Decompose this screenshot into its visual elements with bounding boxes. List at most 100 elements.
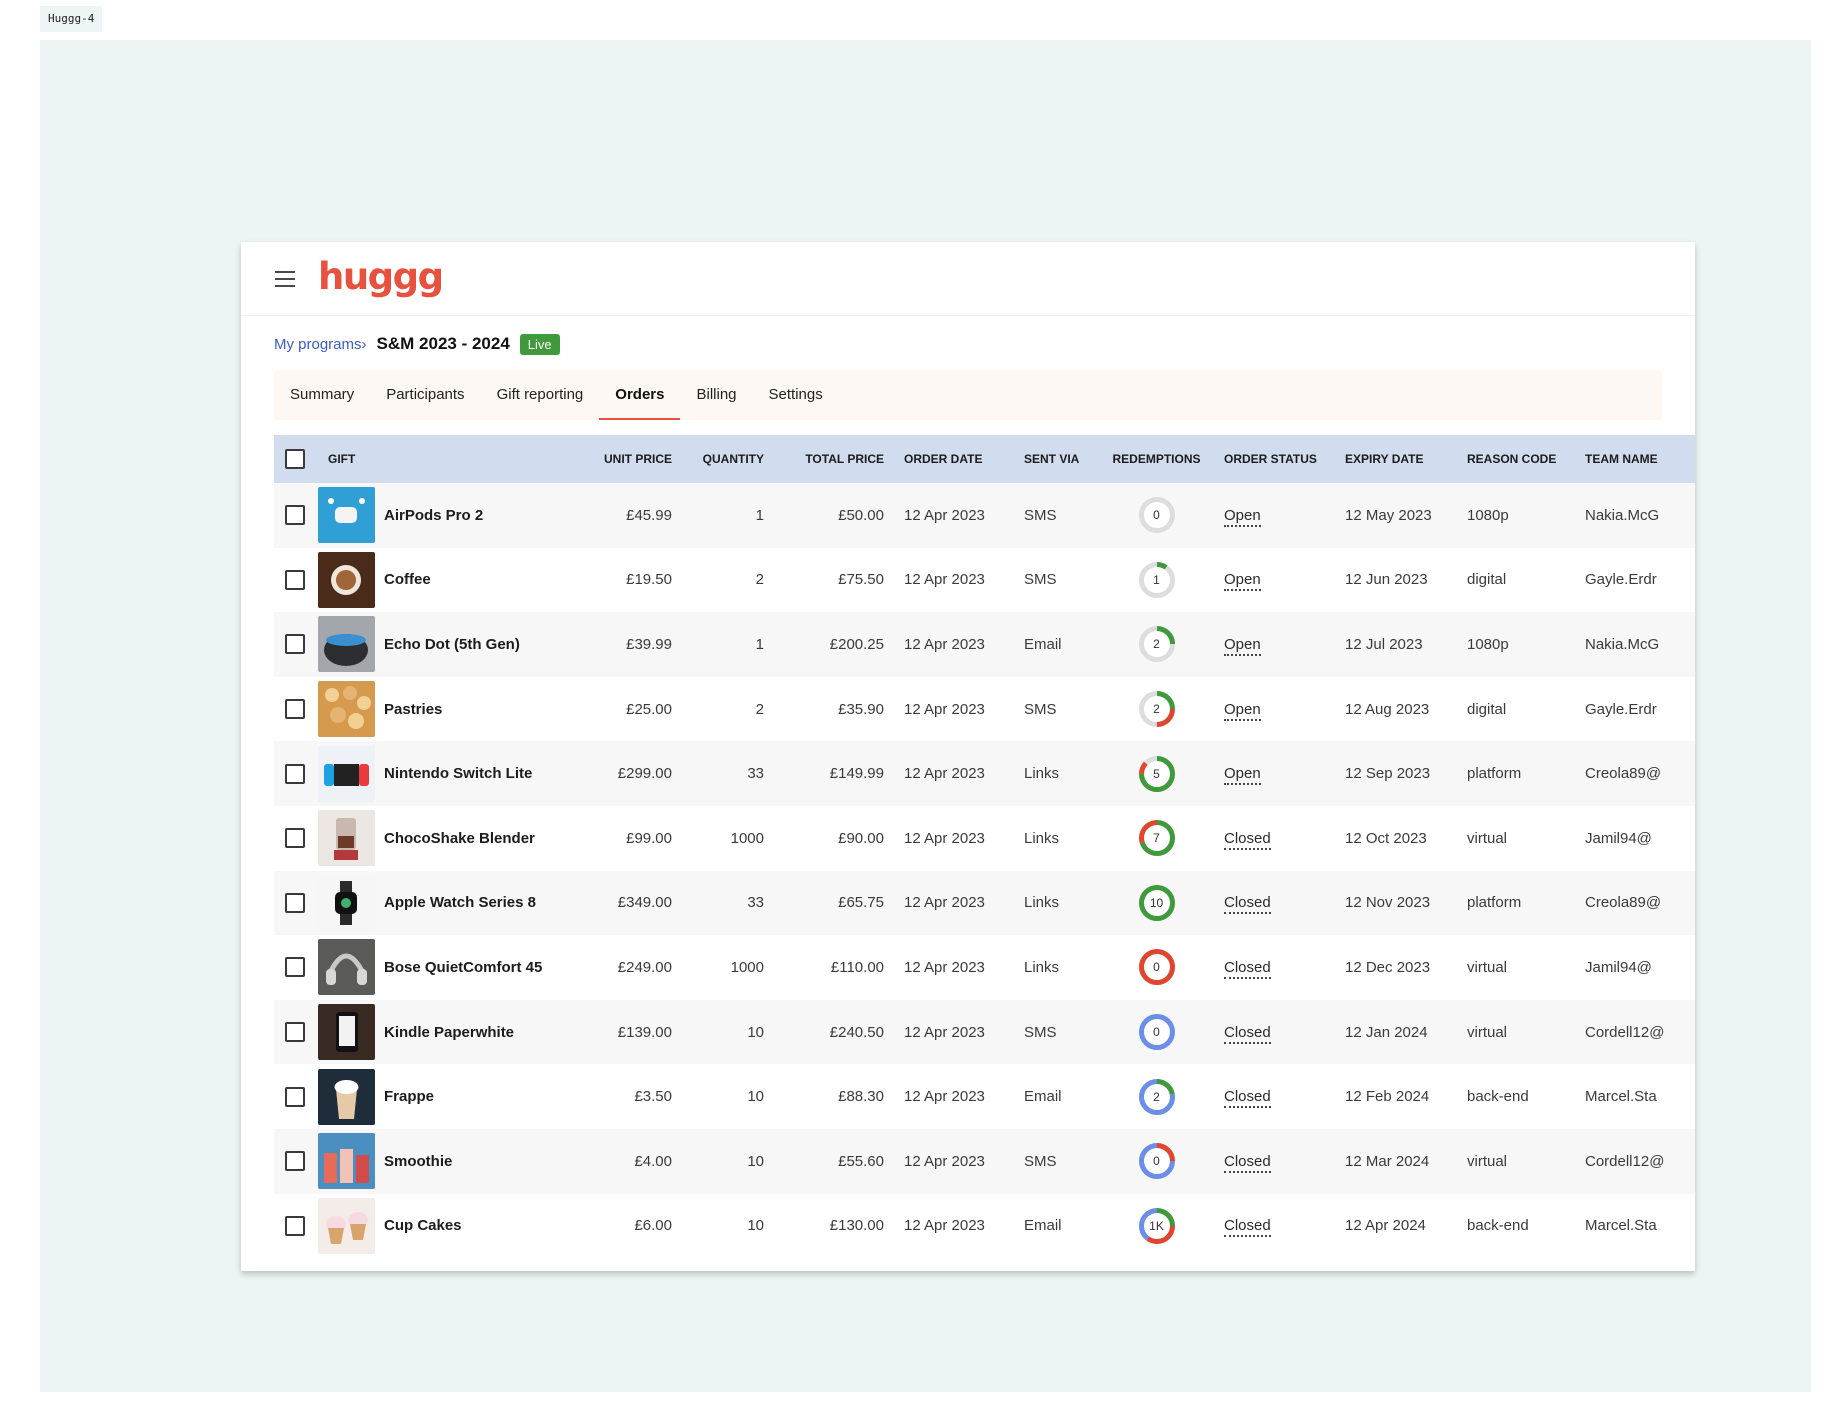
table-row[interactable]: Kindle Paperwhite £139.00 10 £240.50 12 Apr … [274,999,1695,1065]
gift-name[interactable]: Apple Watch Series 8 [384,894,536,911]
select-all-checkbox[interactable] [285,449,305,469]
expiry-date: 12 Jul 2023 [1345,635,1423,653]
order-status[interactable]: Open [1224,506,1261,527]
gift-name[interactable]: Cup Cakes [384,1217,462,1234]
table-row[interactable]: Smoothie £4.00 10 £55.60 12 Apr 2023 SMS 0 Clos… [274,1128,1695,1194]
quantity: 2 [755,700,764,718]
reason-code: virtual [1467,1152,1508,1170]
column-header-quantity[interactable]: Quantity [682,435,774,483]
table-row[interactable]: Apple Watch Series 8 £349.00 33 £65.75 12 Ap… [274,870,1695,936]
table-row[interactable]: ChocoShake Blender £99.00 1000 £90.00 12 Apr… [274,805,1695,871]
order-date: 12 Apr 2023 [904,1217,985,1235]
table-row[interactable]: Nintendo Switch Lite £299.00 33 £149.99 12 A… [274,741,1695,806]
team-name: Cordell12@ [1585,1152,1665,1170]
row-checkbox[interactable] [285,505,305,526]
tab-summary[interactable]: Summary [274,370,370,420]
column-header-team-name[interactable]: Team name [1575,435,1695,483]
column-header-reason-code[interactable]: Reason code [1457,435,1575,483]
tab-gift-reporting[interactable]: Gift reporting [481,370,600,420]
column-header-sent-via[interactable]: Sent via [1014,435,1099,483]
table-row[interactable]: Frappe £3.50 10 £88.30 12 Apr 2023 Email 2 Clos… [274,1064,1695,1129]
order-status[interactable]: Closed [1224,1217,1271,1238]
team-name: Gayle.Erdr [1585,700,1657,718]
redemptions-cell: 7 [1099,806,1214,871]
order-status-cell: Closed [1214,871,1335,936]
row-checkbox[interactable] [285,634,305,655]
total-price: £50.00 [838,506,884,524]
huggg-logo[interactable]: huggg [318,255,444,298]
order-status[interactable]: Closed [1224,1152,1271,1173]
column-header-total-price[interactable]: Total price [774,435,894,483]
order-date: 12 Apr 2023 [904,1088,985,1106]
order-status-cell: Closed [1214,1000,1335,1065]
gift-name[interactable]: Coffee [384,571,431,588]
row-checkbox[interactable] [285,892,305,913]
hamburger-menu-icon[interactable] [275,271,295,287]
gift-cell: Smoothie [318,1129,598,1194]
reason-code: platform [1467,894,1522,912]
table-row[interactable]: Coffee £19.50 2 £75.50 12 Apr 2023 SMS 1 Open 12… [274,547,1695,613]
game-console-image [318,745,375,802]
gift-name[interactable]: Pastries [384,701,442,718]
breadcrumb-my-programs-link[interactable]: My programs› [274,336,367,353]
row-checkbox[interactable] [285,828,305,849]
tab-settings[interactable]: Settings [753,370,839,420]
table-row[interactable]: Echo Dot (5th Gen) £39.99 1 £200.25 12 Apr 2… [274,612,1695,677]
gift-name[interactable]: Smoothie [384,1153,452,1170]
gift-name[interactable]: ChocoShake Blender [384,830,535,847]
table-row[interactable]: AirPods Pro 2 £45.99 1 £50.00 12 Apr 2023 SMS… [274,483,1695,548]
tab-orders[interactable]: Orders [599,370,681,420]
order-status[interactable]: Closed [1224,894,1271,915]
gift-name[interactable]: Kindle Paperwhite [384,1024,514,1041]
order-status[interactable]: Open [1224,700,1261,721]
tab-billing[interactable]: Billing [680,370,752,420]
order-status[interactable]: Open [1224,765,1261,786]
order-status[interactable]: Closed [1224,1088,1271,1109]
tab-participants[interactable]: Participants [370,370,480,420]
table-row[interactable]: Cup Cakes £6.00 10 £130.00 12 Apr 2023 Email 1… [274,1193,1695,1259]
order-status[interactable]: Closed [1224,829,1271,850]
quantity: 10 [747,1088,764,1106]
gift-cell: Bose QuietComfort 45 [318,935,598,1000]
gift-name[interactable]: Nintendo Switch Lite [384,765,532,782]
team-name: Jamil94@ [1585,829,1652,847]
row-select-cell [274,935,318,1000]
redemptions-cell: 2 [1099,677,1214,742]
table-row[interactable]: Pastries £25.00 2 £35.90 12 Apr 2023 SMS 2 Open… [274,676,1695,742]
row-checkbox[interactable] [285,1151,305,1172]
redemptions-cell: 1K [1099,1194,1214,1259]
row-checkbox[interactable] [285,1215,305,1236]
gift-name[interactable]: Echo Dot (5th Gen) [384,636,520,653]
order-status[interactable]: Open [1224,635,1261,656]
order-status[interactable]: Open [1224,571,1261,592]
reason-code: virtual [1467,958,1508,976]
gift-name[interactable]: AirPods Pro 2 [384,507,483,524]
order-status[interactable]: Closed [1224,958,1271,979]
team-name: Creola89@ [1585,894,1662,912]
canvas: huggg My programs› S&M 2023 - 2024 Live … [40,40,1811,1392]
column-header-redemptions[interactable]: Redemptions [1099,435,1214,483]
team-name: Jamil94@ [1585,958,1652,976]
order-status-cell: Closed [1214,1129,1335,1194]
gift-name[interactable]: Frappe [384,1088,434,1105]
order-status[interactable]: Closed [1224,1023,1271,1044]
row-checkbox[interactable] [285,569,305,590]
row-checkbox[interactable] [285,763,305,784]
table-row[interactable]: Bose QuietComfort 45 £249.00 1000 £110.00 12… [274,935,1695,1000]
column-header-expiry-date[interactable]: Expiry date [1335,435,1457,483]
row-checkbox[interactable] [285,1022,305,1043]
row-checkbox[interactable] [285,699,305,720]
sent-via: Links [1024,958,1060,976]
total-price: £35.90 [838,700,884,718]
column-header-unit-price[interactable]: Unit price [598,435,682,483]
smartwatch-image [318,874,375,931]
gift-name[interactable]: Bose QuietComfort 45 [384,959,542,976]
redemptions-cell: 2 [1099,1064,1214,1129]
sent-via: Email [1024,635,1062,653]
column-header-gift[interactable]: Gift [318,435,598,483]
quantity: 1000 [730,829,764,847]
column-header-order-status[interactable]: Order status [1214,435,1335,483]
column-header-order-date[interactable]: Order date [894,435,1014,483]
row-checkbox[interactable] [285,1086,305,1107]
row-checkbox[interactable] [285,957,305,978]
